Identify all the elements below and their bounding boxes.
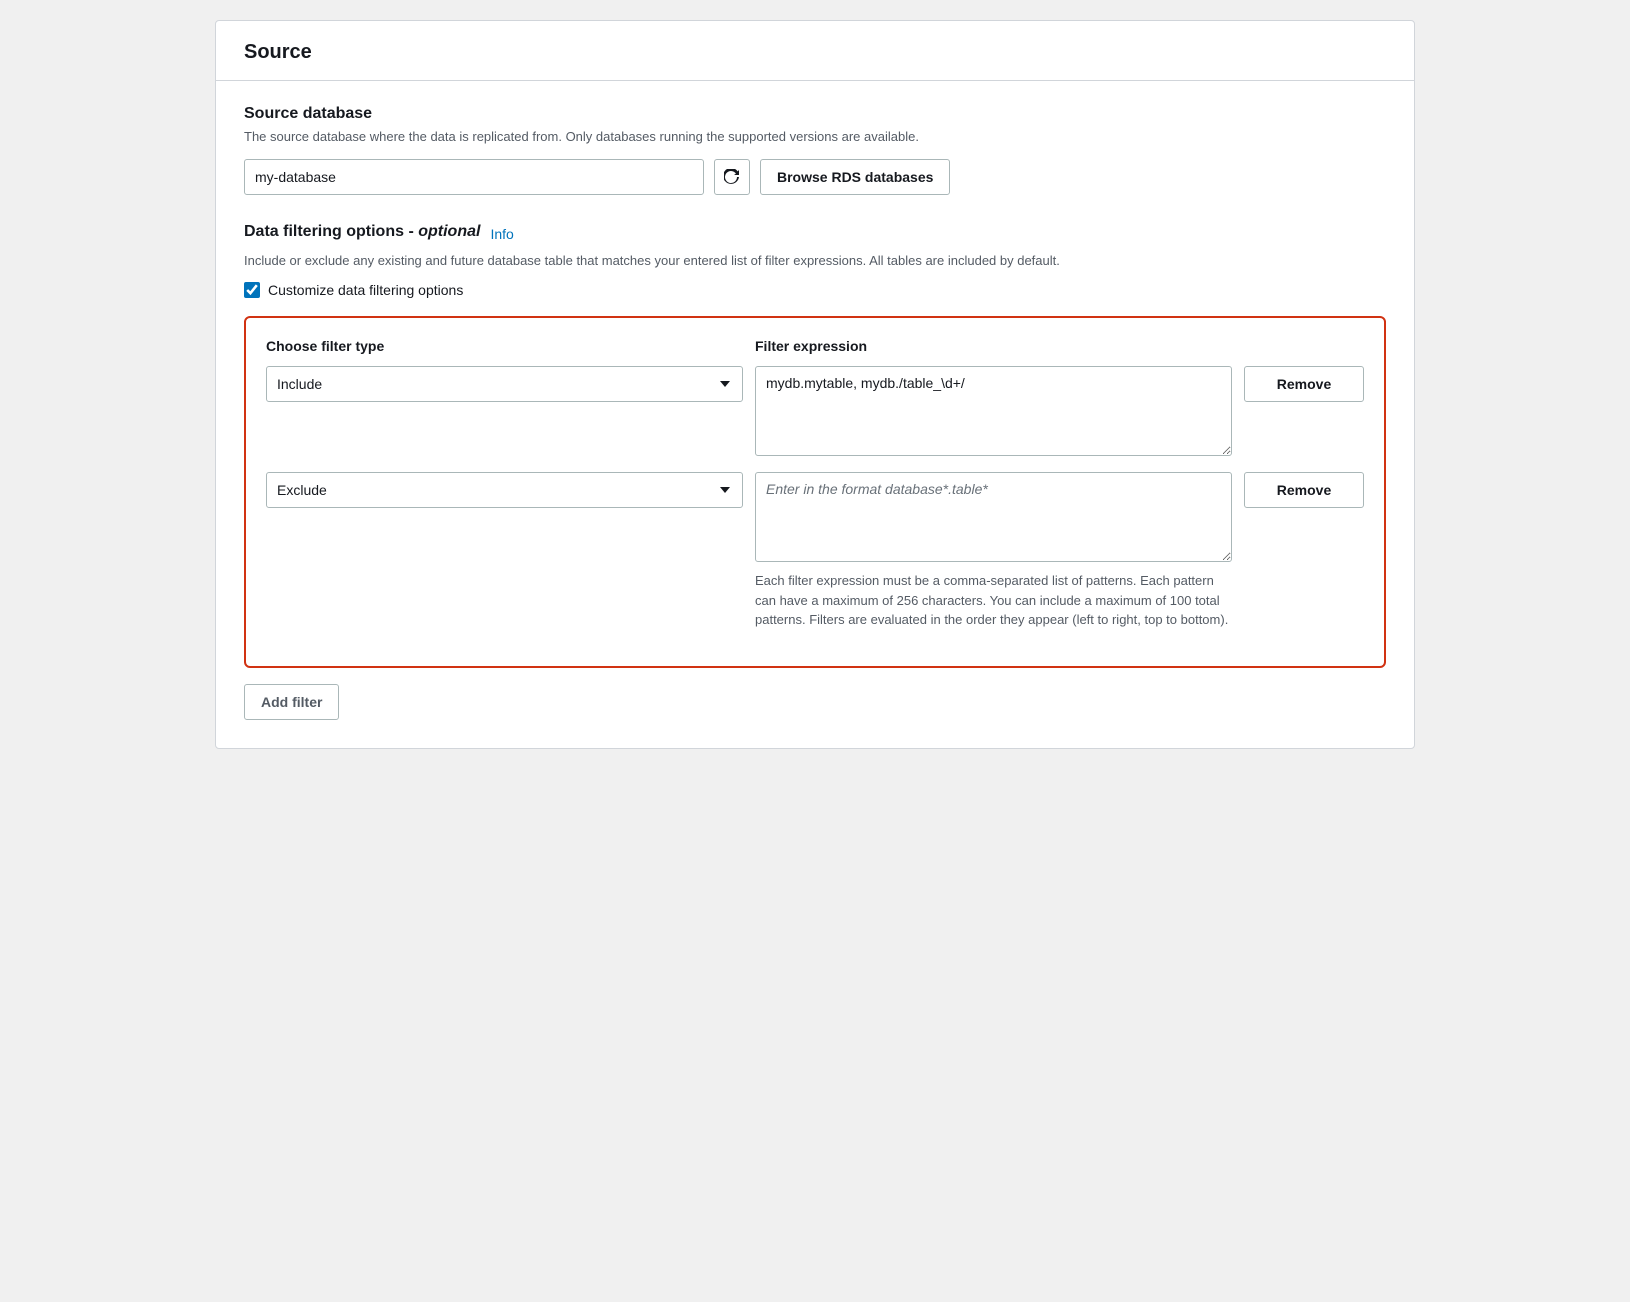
filtering-label: Data filtering options - optional bbox=[244, 223, 480, 241]
filter-expression-textarea-2[interactable] bbox=[755, 472, 1232, 562]
customize-checkbox[interactable] bbox=[244, 282, 260, 298]
filtering-header: Data filtering options - optional Info bbox=[244, 223, 1386, 245]
filter-expression-col-label: Filter expression bbox=[755, 338, 1232, 354]
source-database-row: Browse RDS databases bbox=[244, 159, 1386, 195]
customize-checkbox-row: Customize data filtering options bbox=[244, 282, 1386, 298]
filter-type-col-label: Choose filter type bbox=[266, 338, 743, 354]
filter-row-1: Include Exclude mydb.mytable, mydb./tabl… bbox=[266, 366, 1364, 456]
filter-type-select-1[interactable]: Include Exclude bbox=[266, 366, 743, 402]
source-database-section: Source database The source database wher… bbox=[244, 105, 1386, 195]
filter-type-wrapper-1: Include Exclude bbox=[266, 366, 743, 402]
filter-type-select-2[interactable]: Include Exclude bbox=[266, 472, 743, 508]
remove-button-1[interactable]: Remove bbox=[1244, 366, 1364, 402]
refresh-icon bbox=[724, 169, 740, 185]
add-filter-button[interactable]: Add filter bbox=[244, 684, 339, 720]
page-container: Source Source database The source databa… bbox=[215, 20, 1415, 749]
filter-expression-col-2: Each filter expression must be a comma-s… bbox=[755, 472, 1232, 630]
filter-help-text: Each filter expression must be a comma-s… bbox=[755, 571, 1232, 630]
source-database-label: Source database bbox=[244, 105, 1386, 123]
data-filtering-section: Data filtering options - optional Info I… bbox=[244, 223, 1386, 720]
filter-columns-header: Choose filter type Filter expression bbox=[266, 338, 1364, 354]
filter-type-wrapper-2: Include Exclude bbox=[266, 472, 743, 508]
refresh-button[interactable] bbox=[714, 159, 750, 195]
page-title: Source bbox=[244, 41, 1386, 64]
filter-row-2: Include Exclude Each filter expression m… bbox=[266, 472, 1364, 630]
filter-expression-textarea-1[interactable]: mydb.mytable, mydb./table_\d+/ bbox=[755, 366, 1232, 456]
info-link[interactable]: Info bbox=[490, 226, 513, 242]
card-header: Source bbox=[216, 21, 1414, 81]
filtering-description: Include or exclude any existing and futu… bbox=[244, 251, 1386, 271]
customize-checkbox-label[interactable]: Customize data filtering options bbox=[268, 282, 463, 298]
source-database-input[interactable] bbox=[244, 159, 704, 195]
source-card: Source Source database The source databa… bbox=[215, 20, 1415, 749]
remove-button-2[interactable]: Remove bbox=[1244, 472, 1364, 508]
card-body: Source database The source database wher… bbox=[216, 81, 1414, 748]
filter-action-col-label bbox=[1244, 338, 1364, 354]
browse-rds-button[interactable]: Browse RDS databases bbox=[760, 159, 950, 195]
source-database-desc: The source database where the data is re… bbox=[244, 127, 1386, 147]
filter-box: Choose filter type Filter expression Inc… bbox=[244, 316, 1386, 668]
